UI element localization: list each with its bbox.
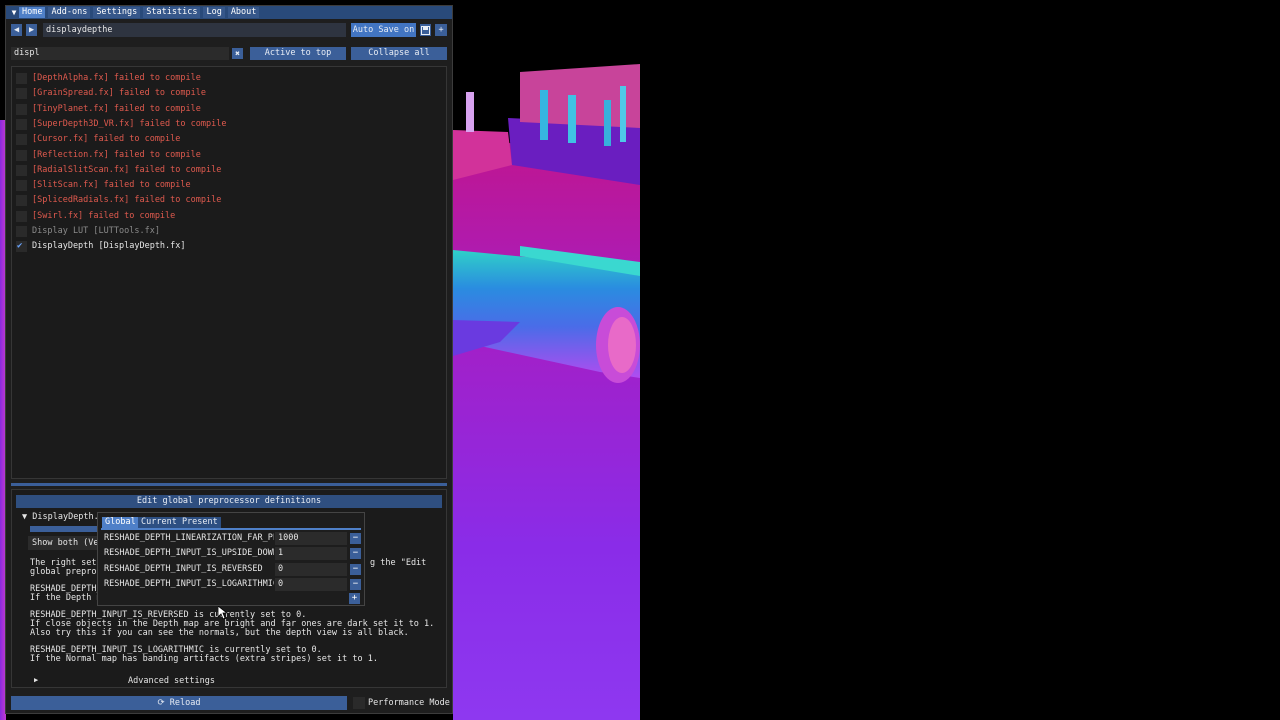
definition-name-field[interactable]: RESHADE_DEPTH_INPUT_IS_LOGARITHMIC: [104, 578, 274, 591]
menu-item-add-ons[interactable]: Add-ons: [48, 7, 91, 18]
effect-search-input[interactable]: displ: [11, 47, 229, 60]
effect-checkbox[interactable]: [16, 164, 27, 176]
help-text-1-end: g the "Edit: [370, 558, 427, 568]
effect-checkbox[interactable]: [16, 239, 27, 253]
effect-checkbox[interactable]: [16, 210, 27, 222]
effect-label: DisplayDepth [DisplayDepth.fx]: [32, 241, 186, 252]
floppy-icon: [421, 26, 430, 35]
performance-mode-checkbox[interactable]: [353, 697, 365, 709]
definition-row: RESHADE_DEPTH_INPUT_IS_REVERSED 0−: [101, 562, 361, 576]
upside-down-text-2: If the Depth m: [30, 593, 102, 603]
definition-name-field[interactable]: RESHADE_DEPTH_INPUT_IS_REVERSED: [104, 563, 274, 576]
effect-checkbox[interactable]: [16, 195, 27, 207]
performance-mode-label: Performance Mode: [368, 698, 450, 708]
effect-label: [Cursor.fx] failed to compile: [32, 134, 181, 145]
reload-button[interactable]: ⟳ Reload: [11, 696, 347, 710]
effect-label: [SplicedRadials.fx] failed to compile: [32, 195, 222, 206]
expand-arrow-icon: ▼: [22, 512, 33, 522]
effect-list[interactable]: [DepthAlpha.fx] failed to compile [GrainS…: [11, 66, 447, 479]
effect-checkbox[interactable]: [16, 88, 27, 100]
section-slider[interactable]: [30, 526, 100, 532]
panel-splitter[interactable]: [11, 483, 447, 486]
tab-underline: [101, 528, 361, 530]
refresh-icon: ⟳: [157, 698, 165, 708]
effect-checkbox[interactable]: [16, 149, 27, 161]
preset-name-field[interactable]: displaydepthe: [43, 23, 346, 37]
remove-definition-button[interactable]: −: [350, 533, 361, 544]
advanced-settings-header[interactable]: Advanced settings: [128, 676, 215, 686]
logarithmic-text-2: If the Normal map has banding artifacts …: [30, 654, 378, 664]
remove-definition-button[interactable]: −: [350, 578, 361, 590]
menu-item-home[interactable]: Home: [19, 7, 46, 18]
effect-label: [Reflection.fx] failed to compile: [32, 149, 201, 160]
effect-label: [SuperDepth3D_VR.fx] failed to compile: [32, 118, 227, 129]
effect-label: [SlitScan.fx] failed to compile: [32, 180, 191, 191]
effect-label: Display LUT [LUTTools.fx]: [32, 226, 160, 236]
help-text-2: global preproc: [30, 567, 102, 577]
remove-definition-button[interactable]: −: [350, 563, 361, 575]
collapse-all-button[interactable]: Collapse all: [351, 47, 447, 60]
definition-name-field[interactable]: RESHADE_DEPTH_LINEARIZATION_FAR_PLANE: [104, 532, 274, 545]
edit-global-defs-button[interactable]: Edit global preprocessor definitions: [16, 495, 442, 508]
menu-bar: ▼ Home Add-ons Settings Statistics Log About: [6, 6, 452, 19]
save-preset-button[interactable]: [420, 24, 431, 36]
popup-tab-global[interactable]: Global: [102, 517, 139, 528]
effect-checkbox[interactable]: [16, 134, 27, 146]
advanced-expand-icon[interactable]: ▶: [34, 676, 38, 684]
window-collapse-icon[interactable]: ▼: [9, 6, 19, 19]
effect-label: [DepthAlpha.fx] failed to compile: [32, 73, 201, 83]
effect-checkbox[interactable]: [16, 103, 27, 115]
active-to-top-button[interactable]: Active to top: [250, 47, 346, 60]
section-header[interactable]: ▼ DisplayDepth.f: [22, 511, 104, 524]
auto-save-button[interactable]: Auto Save on: [351, 23, 416, 37]
definition-value-field[interactable]: 0: [275, 562, 347, 576]
remove-definition-button[interactable]: −: [350, 548, 361, 560]
definition-name-field[interactable]: RESHADE_DEPTH_INPUT_IS_UPSIDE_DOWN: [104, 547, 274, 560]
menu-item-log[interactable]: Log: [203, 7, 225, 18]
next-preset-button[interactable]: ▶: [26, 24, 37, 36]
effect-checkbox[interactable]: [16, 226, 27, 237]
debug-view-combo[interactable]: Show both (Ver: [28, 536, 108, 550]
effect-label: [GrainSpread.fx] failed to compile: [32, 88, 206, 99]
definition-value-field[interactable]: 1000: [275, 532, 347, 545]
definition-value-field[interactable]: 0: [275, 577, 347, 591]
main-menu: Home Add-ons Settings Statistics Log About: [19, 7, 260, 18]
definition-row: RESHADE_DEPTH_INPUT_IS_LOGARITHMIC 0−: [101, 577, 361, 591]
definition-row: RESHADE_DEPTH_INPUT_IS_UPSIDE_DOWN 1−: [101, 547, 361, 561]
definition-row: RESHADE_DEPTH_LINEARIZATION_FAR_PLANE100…: [101, 532, 361, 545]
definition-value-field[interactable]: 1: [275, 547, 347, 561]
menu-item-about[interactable]: About: [227, 7, 260, 18]
menu-item-settings[interactable]: Settings: [93, 7, 141, 18]
popup-tab-current-present[interactable]: Current Present: [138, 517, 221, 528]
effect-checkbox[interactable]: [16, 180, 27, 192]
effect-checkbox[interactable]: [16, 73, 27, 84]
clear-search-button[interactable]: ✖: [232, 48, 243, 59]
mouse-cursor-icon: [218, 606, 228, 620]
effect-checkbox[interactable]: [16, 118, 27, 130]
previous-preset-button[interactable]: ◀: [11, 24, 22, 36]
effect-label: [RadialSlitScan.fx] failed to compile: [32, 164, 222, 175]
add-preset-button[interactable]: +: [435, 24, 447, 36]
preprocessor-definitions-popup: Global Current Present RESHADE_DEPTH_LINE…: [97, 512, 365, 606]
add-definition-button[interactable]: +: [349, 593, 360, 604]
menu-item-statistics[interactable]: Statistics: [143, 7, 201, 18]
reshade-overlay-window: ▼ Home Add-ons Settings Statistics Log About …: [5, 5, 453, 714]
effect-label: [Swirl.fx] failed to compile: [32, 210, 176, 221]
effect-label: [TinyPlanet.fx] failed to compile: [32, 103, 201, 114]
reversed-text-3: Also try this if you can see the normals…: [30, 628, 409, 638]
